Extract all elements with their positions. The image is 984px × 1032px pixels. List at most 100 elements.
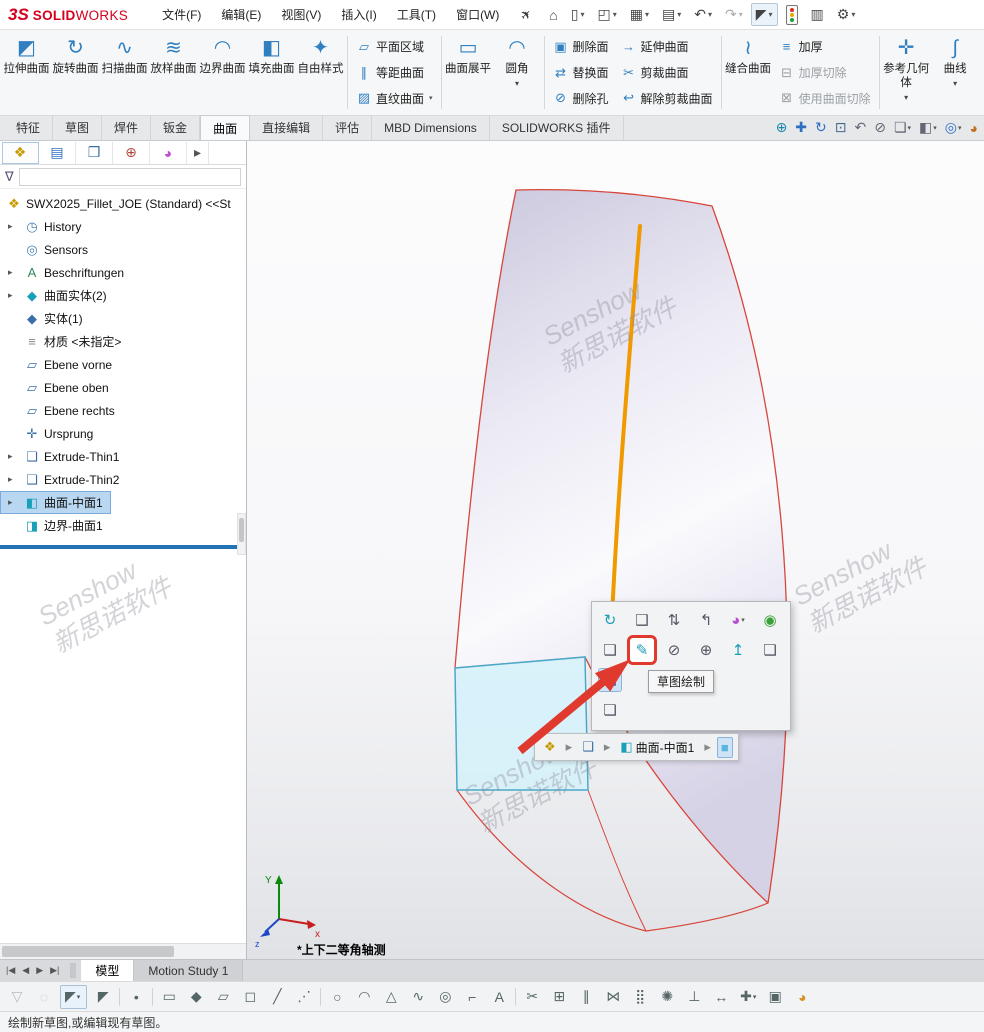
tree-item-plane-top[interactable]: ▸ ▱ Ebene oben	[0, 376, 117, 399]
sketch-fillet-icon[interactable]: ⌐ ▾	[461, 985, 483, 1009]
freeform-button[interactable]: ✦ 自由样式	[296, 32, 345, 113]
sheet-nav-button[interactable]: ▶	[36, 965, 43, 976]
revolved-surface-button[interactable]: ↻ 旋转曲面	[51, 32, 100, 113]
scrollbar-thumb[interactable]	[239, 518, 244, 542]
offset-surface-button[interactable]: ∥ 等距曲面 ▾	[352, 61, 437, 85]
tree-item-history[interactable]: ▸ ◷ History	[0, 215, 89, 238]
open-button[interactable]: ◰▾	[593, 3, 622, 26]
hide-icon[interactable]: ⊘▾	[662, 638, 686, 662]
ellipse-icon[interactable]: ◎ ▾	[434, 985, 456, 1009]
tree-item-part[interactable]: ▸ ❖ SWX2025_Fillet_JOE (Standard) <<St	[0, 192, 239, 215]
display-relations-icon[interactable]: ⊥ ▾	[683, 985, 705, 1009]
print-button[interactable]: ▤▾	[657, 3, 686, 26]
material-favorites-icon[interactable]: ◉▾	[758, 608, 782, 632]
tree-item-material[interactable]: ▸ ≡ 材质 <未指定>	[0, 330, 129, 353]
previous-view-icon[interactable]: ↶ ▾	[855, 119, 867, 136]
delete-face-button[interactable]: ▣ 删除面	[549, 35, 613, 59]
hide-show-items-icon[interactable]: ◎ ▾	[945, 119, 962, 136]
display-manager-tab[interactable]: ◕	[150, 142, 187, 164]
zoom-to-area-icon[interactable]: ⊡ ▾	[835, 119, 847, 136]
edit-appearance-icon[interactable]: ◕▾	[726, 608, 750, 632]
panel-vertical-scrollbar[interactable]	[237, 513, 246, 555]
cut-with-surface-button[interactable]: ⊠ 使用曲面切除	[775, 86, 875, 110]
boundary-surface-button[interactable]: ◠ 边界曲面	[198, 32, 247, 113]
tab-weldments[interactable]: 焊件	[102, 115, 151, 140]
tree-item-extrude-thin1[interactable]: ▸ ❑ Extrude-Thin1	[0, 445, 127, 468]
toolbar-separator[interactable]: ▾	[152, 988, 153, 1006]
text-icon[interactable]: A ▾	[488, 985, 510, 1009]
delete-hole-button[interactable]: ⊘ 删除孔	[549, 86, 613, 110]
instant2d-icon[interactable]: ◕ ▾	[791, 985, 813, 1009]
arc-icon[interactable]: ◠ ▾	[353, 985, 375, 1009]
pan-icon[interactable]: ✚ ▾	[795, 119, 807, 136]
model-tab[interactable]: 模型	[81, 960, 134, 981]
task-report-button[interactable]: ▥	[806, 3, 829, 26]
breadcrumb-feature[interactable]: ❑	[578, 736, 598, 758]
menu-item[interactable]: 视图(V)	[271, 2, 331, 27]
menu-item[interactable]: 编辑(E)	[211, 2, 271, 27]
select-tool[interactable]: ◤ ▾	[60, 985, 87, 1009]
menu-item[interactable]: 插入(I)	[331, 2, 386, 27]
view-orientation-icon[interactable]: ❏ ▾	[894, 119, 911, 136]
viewport-3d[interactable]: ↻▾❑▾⇅▾↰▾◕▾◉▾ ❏▾✎▾⊘▾⊕▾↥▾❏▾ ❏▾ ❏▾ 草图绘制 ❖ ▸	[247, 141, 984, 959]
expand-arrow-icon[interactable]: ▸	[8, 497, 13, 508]
tab-features[interactable]: 特征	[4, 115, 53, 140]
tree-item-origin[interactable]: ▸ ✛ Ursprung	[0, 422, 101, 445]
menu-item[interactable]: 工具(T)	[387, 2, 446, 27]
tree-item-boundary-surface[interactable]: ▸ ◨ 边界-曲面1	[0, 514, 111, 537]
quick-snaps-icon[interactable]: ✚ ▾	[737, 985, 759, 1009]
selection-filter-icon[interactable]: ▽ ▾	[6, 985, 28, 1009]
reference-geometry-button[interactable]: ✛ 参考几何体 ▾	[882, 32, 931, 113]
tab-direct-editing[interactable]: 直接编辑	[250, 115, 323, 140]
save-button[interactable]: ▦▾	[625, 3, 654, 26]
tree-item-plane-front[interactable]: ▸ ▱ Ebene vorne	[0, 353, 120, 376]
lasso-select-icon[interactable]: ◌ ▾	[33, 985, 55, 1009]
tab-sheet-metal[interactable]: 钣金	[151, 115, 200, 140]
pin-menu-icon[interactable]: ✈	[517, 5, 536, 24]
lofted-surface-button[interactable]: ≋ 放样曲面	[149, 32, 198, 113]
sketch-picture-icon[interactable]: ▣ ▾	[764, 985, 786, 1009]
select-tool-button[interactable]: ◤▾	[751, 3, 778, 26]
rotate-view-icon[interactable]: ↻ ▾	[815, 119, 827, 136]
breadcrumb-item[interactable]: ▸	[562, 736, 577, 758]
swept-surface-button[interactable]: ∿ 扫描曲面	[100, 32, 149, 113]
display-style-icon[interactable]: ◧ ▾	[919, 119, 937, 136]
extruded-surface-button[interactable]: ◩ 拉伸曲面	[2, 32, 51, 113]
redo-button[interactable]: ↷▾	[720, 3, 748, 26]
tab-sketch[interactable]: 草图	[53, 115, 102, 140]
scrollbar-thumb[interactable]	[2, 946, 174, 957]
menu-item[interactable]: 文件(F)	[152, 2, 211, 27]
motion-study-tab[interactable]: Motion Study 1	[134, 960, 243, 981]
feature-manager-tab[interactable]: ❖	[2, 142, 39, 164]
breadcrumb-selected-face[interactable]: ■	[717, 737, 733, 758]
isometric-view-icon[interactable]: ❏▾	[598, 668, 622, 692]
tree-item-surface-bodies[interactable]: ▸ ◆ 曲面实体(2)	[0, 284, 115, 307]
tree-item-annotations[interactable]: ▸ A Beschriftungen	[0, 261, 132, 284]
expand-arrow-icon[interactable]: ▸	[8, 221, 13, 232]
thicken-button[interactable]: ≡ 加厚	[775, 35, 875, 59]
select-other-icon[interactable]: ◤ ▾	[92, 985, 114, 1009]
centerpoint-rectangle-icon[interactable]: ◆ ▾	[185, 985, 207, 1009]
display-style-icon[interactable]: ❏▾	[758, 638, 782, 662]
tree-filter-input[interactable]	[19, 168, 241, 186]
zoom-to-selection-icon[interactable]: ⊕▾	[694, 638, 718, 662]
panel-horizontal-scrollbar[interactable]	[0, 943, 246, 959]
breadcrumb-mid-surface[interactable]: ◧ 曲面-中面1	[616, 736, 698, 759]
line-icon[interactable]: ╱ ▾	[266, 985, 288, 1009]
tree-item-extrude-thin2[interactable]: ▸ ❑ Extrude-Thin2	[0, 468, 127, 491]
knit-surface-button[interactable]: ≀ 缝合曲面	[724, 32, 773, 113]
sketch-point-icon[interactable]: • ▾	[125, 985, 147, 1009]
mirror-entities-icon[interactable]: ⋈ ▾	[602, 985, 624, 1009]
trim-surface-button[interactable]: ✂ 剪裁曲面	[617, 61, 717, 85]
planar-surface-button[interactable]: ▱ 平面区域 ▾	[352, 35, 437, 59]
edit-feature-icon[interactable]: ↻▾	[598, 608, 622, 632]
breadcrumb-part[interactable]: ❖	[540, 736, 560, 758]
breadcrumb-item[interactable]: ▸	[700, 736, 715, 758]
tree-item-mid-surface[interactable]: ▸ ◧ 曲面-中面1	[0, 491, 111, 514]
filled-surface-button[interactable]: ◧ 填充曲面	[247, 32, 296, 113]
toolbar-separator[interactable]: ▾	[515, 988, 516, 1006]
surface-flatten-button[interactable]: ▭ 曲面展平	[444, 32, 493, 113]
new-document-button[interactable]: ▯▾	[566, 3, 590, 26]
configuration-manager-tab[interactable]: ❒	[76, 142, 113, 164]
ruled-surface-button[interactable]: ▨ 直纹曲面 ▾	[352, 86, 437, 110]
